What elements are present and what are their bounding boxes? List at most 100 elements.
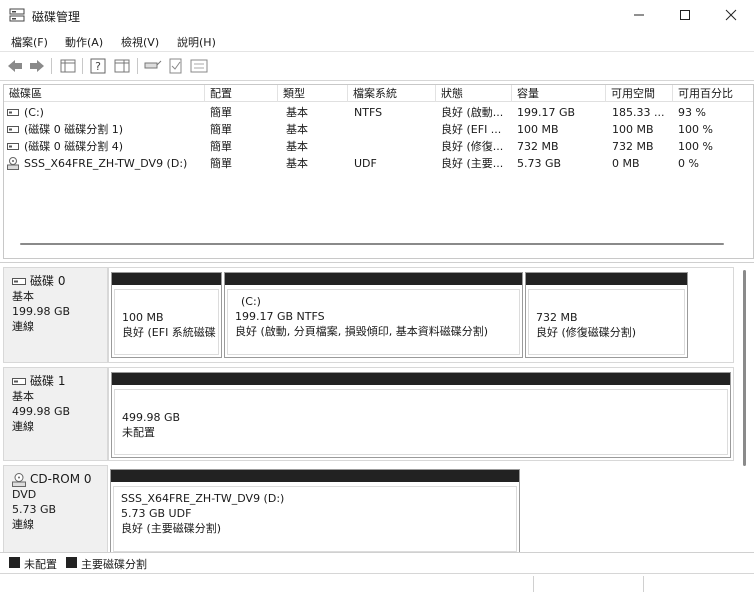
partition-status: 未配置 <box>122 426 155 439</box>
volume-free-space: 185.33 ... <box>612 106 665 119</box>
partition-bar <box>225 273 522 285</box>
disk-size: 5.73 GB <box>12 503 57 516</box>
column-header-filesystem[interactable]: 檔案系統 <box>348 85 436 102</box>
disk-name: 磁碟 0 <box>30 274 66 288</box>
volume-type: 基本 <box>286 140 308 153</box>
menu-file[interactable]: 檔案(F) <box>11 34 48 50</box>
show-hide-action-pane-button[interactable] <box>112 57 132 75</box>
volume-capacity: 100 MB <box>517 123 559 136</box>
volume-filesystem: UDF <box>354 157 377 170</box>
help-icon: ? <box>90 58 106 74</box>
disk-type: 基本 <box>12 390 34 403</box>
partition-recovery[interactable]: 732 MB 良好 (修復磁碟分割) <box>525 272 688 358</box>
menu-action[interactable]: 動作(A) <box>65 34 103 50</box>
menu-bar: 檔案(F) 動作(A) 檢視(V) 說明(H) <box>0 30 754 52</box>
volume-capacity: 5.73 GB <box>517 157 562 170</box>
maximize-icon <box>680 10 690 20</box>
partition-efi[interactable]: 100 MB 良好 (EFI 系統磁碟 <box>111 272 222 358</box>
volume-name: SSS_X64FRE_ZH-TW_DV9 (D:) <box>24 157 188 170</box>
volume-type: 基本 <box>286 123 308 136</box>
back-button[interactable] <box>5 57 25 75</box>
volume-name: (磁碟 0 磁碟分割 1) <box>24 123 124 136</box>
partition-c[interactable]: (C:) 199.17 GB NTFS 良好 (啟動, 分頁檔案, 損毀傾印, … <box>224 272 523 358</box>
show-hide-console-tree-button[interactable] <box>58 57 78 75</box>
column-header-layout[interactable]: 配置 <box>205 85 278 102</box>
disk-icon <box>12 378 26 385</box>
partition-d[interactable]: SSS_X64FRE_ZH-TW_DV9 (D:) 5.73 GB UDF 良好… <box>110 469 520 552</box>
properties-button[interactable] <box>189 57 209 75</box>
volume-status: 良好 (啟動... <box>441 106 504 119</box>
volume-layout: 簡單 <box>210 157 232 170</box>
cdrom-icon <box>12 472 26 487</box>
volume-name: (磁碟 0 磁碟分割 4) <box>24 140 124 153</box>
vertical-scrollbar[interactable] <box>743 270 746 466</box>
maximize-button[interactable] <box>662 0 708 30</box>
volume-percent-free: 0 % <box>678 157 699 170</box>
volume-free-space: 732 MB <box>612 140 654 153</box>
partition-size: 499.98 GB <box>122 411 181 424</box>
menu-view[interactable]: 檢視(V) <box>121 34 159 50</box>
volume-percent-free: 93 % <box>678 106 706 119</box>
svg-text:?: ? <box>95 60 101 73</box>
check-icon <box>169 58 182 74</box>
volume-layout: 簡單 <box>210 123 232 136</box>
disk-type: 基本 <box>12 290 34 303</box>
unallocated-bar <box>112 373 730 385</box>
volume-row[interactable]: SSS_X64FRE_ZH-TW_DV9 (D:) 簡單 基本 UDF 良好 (… <box>4 155 753 172</box>
back-arrow-icon <box>8 60 22 72</box>
column-header-free-space[interactable]: 可用空間 <box>606 85 673 102</box>
cdrom-0-label[interactable]: CD-ROM 0 DVD 5.73 GB 連線 <box>3 465 108 552</box>
volume-filesystem: NTFS <box>354 106 383 119</box>
unallocated-swatch <box>9 557 20 568</box>
column-header-volume[interactable]: 磁碟區 <box>4 85 205 102</box>
horizontal-scrollbar[interactable] <box>20 243 724 245</box>
volume-status: 良好 (主要... <box>441 157 504 170</box>
volume-capacity: 732 MB <box>517 140 559 153</box>
forward-button[interactable] <box>27 57 47 75</box>
minimize-button[interactable] <box>616 0 662 30</box>
volume-layout: 簡單 <box>210 140 232 153</box>
help-button[interactable]: ? <box>88 57 108 75</box>
column-header-percent-free[interactable]: 可用百分比 <box>673 85 753 102</box>
close-icon <box>725 9 737 21</box>
volume-free-space: 100 MB <box>612 123 654 136</box>
volume-list: 磁碟區 配置 類型 檔案系統 狀態 容量 可用空間 可用百分比 (C:) 簡單 … <box>3 84 754 259</box>
disk-0-label[interactable]: 磁碟 0 基本 199.98 GB 連線 <box>3 267 108 363</box>
minimize-icon <box>634 14 644 16</box>
volume-row[interactable]: (磁碟 0 磁碟分割 1) 簡單 基本 良好 (EFI ... 100 MB 1… <box>4 121 753 138</box>
partition-bar <box>111 470 519 482</box>
connect-disk-button[interactable] <box>143 57 163 75</box>
column-header-status[interactable]: 狀態 <box>436 85 512 102</box>
volume-name: (C:) <box>24 106 44 119</box>
volume-status: 良好 (EFI ... <box>441 123 502 136</box>
partition-unallocated[interactable]: 499.98 GB 未配置 <box>111 372 731 458</box>
close-button[interactable] <box>708 0 754 30</box>
volume-row[interactable]: (C:) 簡單 基本 NTFS 良好 (啟動... 199.17 GB 185.… <box>4 104 753 121</box>
partition-status: 良好 (EFI 系統磁碟 <box>122 326 216 339</box>
disk-1-label[interactable]: 磁碟 1 基本 499.98 GB 連線 <box>3 367 108 461</box>
partition-size: 5.73 GB UDF <box>121 507 192 520</box>
drive-icon <box>7 109 19 116</box>
disk-state: 連線 <box>12 420 34 433</box>
column-header-type[interactable]: 類型 <box>278 85 348 102</box>
disk-size: 199.98 GB <box>12 305 71 318</box>
legend-primary-partition: 主要磁碟分割 <box>81 558 147 571</box>
partition-status: 良好 (修復磁碟分割) <box>536 326 637 339</box>
window-title: 磁碟管理 <box>32 10 81 24</box>
volume-free-space: 0 MB <box>612 157 640 170</box>
disk-icon <box>12 278 26 285</box>
partition-status: 良好 (啟動, 分頁檔案, 損毀傾印, 基本資料磁碟分割) <box>235 325 489 338</box>
title-bar: 磁碟管理 <box>0 0 754 30</box>
partition-size: 199.17 GB NTFS <box>235 310 325 323</box>
column-header-capacity[interactable]: 容量 <box>512 85 606 102</box>
partition-size: 732 MB <box>536 311 578 324</box>
check-button[interactable] <box>166 57 186 75</box>
volume-row[interactable]: (磁碟 0 磁碟分割 4) 簡單 基本 良好 (修復... 732 MB 732… <box>4 138 753 155</box>
volume-percent-free: 100 % <box>678 140 713 153</box>
volume-status: 良好 (修復... <box>441 140 504 153</box>
partition-label: (C:) <box>241 295 261 308</box>
status-bar <box>0 573 754 593</box>
partition-status: 良好 (主要磁碟分割) <box>121 522 222 535</box>
menu-help[interactable]: 說明(H) <box>177 34 216 50</box>
action-pane-icon <box>114 59 130 73</box>
